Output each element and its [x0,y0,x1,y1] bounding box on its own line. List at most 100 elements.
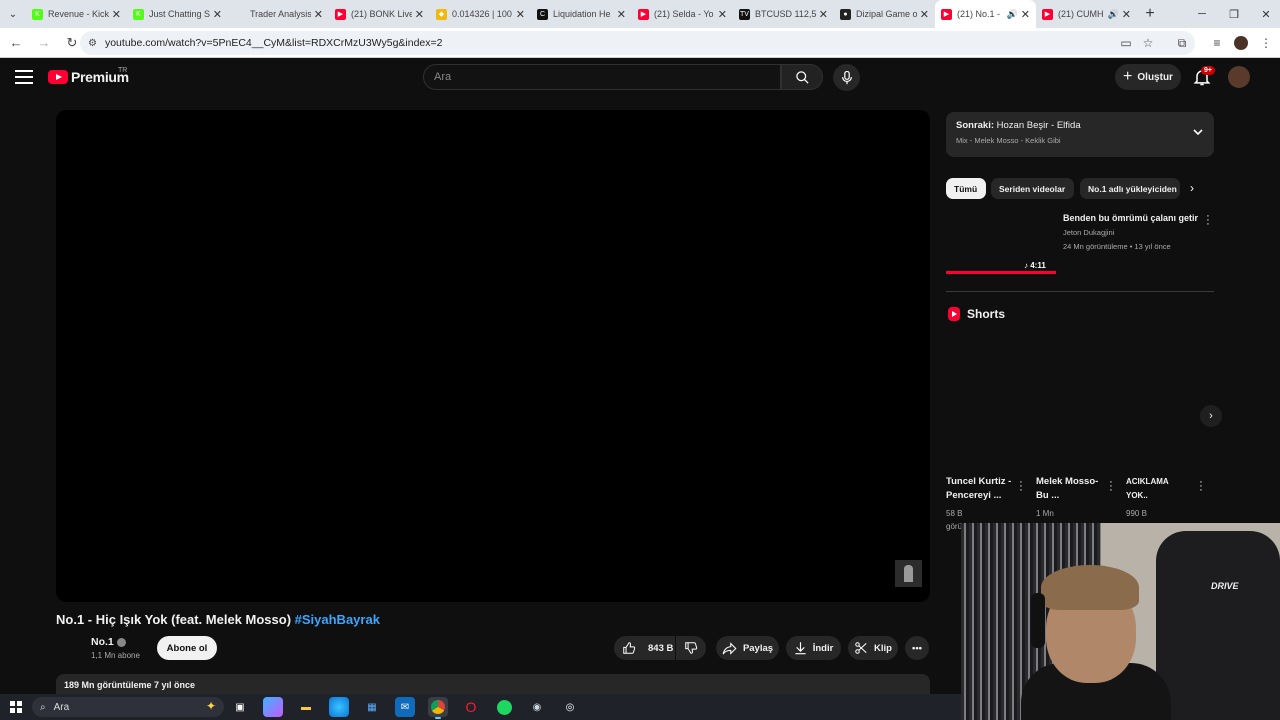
forward-arrow-icon[interactable]: → [32,31,56,55]
browser-tab[interactable]: K Just Chatting S ✕ [127,0,228,28]
guide-menu-icon[interactable] [15,70,33,88]
short-thumbnail[interactable] [946,334,1028,474]
chip-all[interactable]: Tümü [946,178,986,199]
dislike-button[interactable] [676,636,706,660]
profile-avatar[interactable] [1229,31,1253,55]
tab-close-icon[interactable]: ✕ [617,8,626,21]
close-window-icon[interactable]: ✕ [1250,0,1280,28]
maximize-icon[interactable]: ❐ [1218,0,1250,28]
voice-search-button[interactable] [833,64,860,91]
browser-tab[interactable]: ▶ (21) No.1 - 🔊 ✕ [935,0,1036,28]
minimize-icon[interactable]: ─ [1186,0,1218,28]
download-button[interactable]: İndir [786,636,841,660]
tab-close-icon[interactable]: ✕ [718,8,727,21]
browser-tab[interactable]: ◆ 0.014326 | 100 ✕ [430,0,531,28]
share-button[interactable]: Paylaş [716,636,779,660]
short-more-icon[interactable]: · · · [1197,477,1205,496]
new-tab-button[interactable]: + [1137,5,1163,23]
browser-tab[interactable]: ▶ (21) Selda - Yo ✕ [632,0,733,28]
file-explorer-icon[interactable]: ▬ [296,697,316,717]
browser-tab[interactable]: TV BTCUSD 112,5 ✕ [733,0,834,28]
back-arrow-icon[interactable]: ← [4,31,28,55]
rec-more-icon[interactable]: · · · [1204,211,1212,230]
channel-name[interactable]: No.1 [91,636,126,648]
create-button[interactable]: + Oluştur [1115,64,1181,90]
up-next-panel[interactable]: Sonraki: Hozan Beşir - Elfida Mix - Mele… [946,112,1214,157]
channel-avatar[interactable] [56,636,82,662]
browser-tab[interactable]: ● Dizipal Game o ✕ [834,0,935,28]
tab-search-chevron-icon[interactable]: ⌄ [0,0,26,28]
tab-title: BTCUSD 112,5 [755,9,816,19]
share-label: Paylaş [742,642,774,654]
short-views-count: 58 B [946,509,963,518]
up-next-subtitle: Mix - Melek Mosso - Keklik Gibi [956,136,1061,145]
tab-close-icon[interactable]: ✕ [516,8,525,21]
reading-list-icon[interactable]: ≡ [1205,31,1229,55]
opera-icon[interactable]: O [461,697,481,717]
browser-menu-icon[interactable]: ⋮ [1254,31,1278,55]
tab-close-icon[interactable]: ✕ [920,8,929,21]
account-avatar[interactable] [1228,66,1250,88]
shorts-next-chevron-icon[interactable]: › [1200,405,1222,427]
address-bar[interactable]: ⚙ youtube.com/watch?v=5PnEC4__CyM&list=R… [80,31,1195,55]
mail-icon[interactable]: ✉ [395,697,415,717]
edge-browser-icon[interactable] [329,697,349,717]
browser-tab-strip: ⌄ K Revenue - Kick ✕ K Just Chatting S ✕ Trade… [0,0,1280,28]
channel-watermark[interactable] [895,560,922,587]
search-input[interactable]: Ara [423,64,781,90]
plus-icon: + [1123,68,1133,85]
extensions-icon[interactable]: ⧉ [1170,31,1194,55]
windows-start-icon[interactable] [10,701,22,713]
more-actions-button[interactable]: ••• [905,636,929,660]
tab-close-icon[interactable]: ✕ [1122,8,1131,21]
chip-uploader[interactable]: No.1 adlı yükleyiciden [1080,178,1180,199]
browser-tab[interactable]: K Revenue - Kick ✕ [26,0,127,28]
chevron-right-icon[interactable]: › [1190,181,1194,195]
tab-close-icon[interactable]: ✕ [1021,8,1030,21]
short-title[interactable]: Melek Mosso-Bu ... [1036,475,1106,503]
youtube-logo[interactable]: Premium [48,69,129,85]
rec-channel[interactable]: Jeton Dukagjini [1063,228,1114,237]
clip-button[interactable]: Klip [848,636,898,660]
tab-title: Revenue - Kick [48,9,109,19]
short-title[interactable]: Tuncel Kurtiz - Pencereyi ... [946,475,1016,503]
subscribe-button[interactable]: Abone ol [157,636,217,660]
chip-series[interactable]: Seriden videolar [991,178,1074,199]
browser-tab[interactable]: ▶ (21) CUMH 🔊 ✕ [1036,0,1137,28]
task-view-icon[interactable]: ▣ [230,697,250,717]
chrome-icon[interactable] [428,697,448,719]
browser-tab[interactable]: C Liquidation He ✕ [531,0,632,28]
short-more-icon[interactable]: · · · [1107,477,1115,496]
obs-icon[interactable]: ◎ [560,697,580,717]
tab-close-icon[interactable]: ✕ [213,8,222,21]
browser-tab[interactable]: ▶ (21) BONK Live ✕ [329,0,430,28]
site-info-icon[interactable]: ⚙ [88,38,97,49]
cast-icon[interactable]: ▭ [1114,31,1138,55]
bookmark-star-icon[interactable]: ☆ [1136,31,1160,55]
tab-audio-speaker-icon[interactable]: 🔊 [1108,9,1119,20]
steam-icon[interactable]: ◉ [527,697,547,717]
rec-duration-text: 4:11 [1030,261,1046,270]
gaming-chair [1156,531,1280,720]
short-thumbnail[interactable] [1126,334,1208,474]
chevron-down-icon[interactable] [1192,126,1204,138]
tab-audio-speaker-icon[interactable]: 🔊 [1007,9,1018,20]
tab-close-icon[interactable]: ✕ [819,8,828,21]
video-player[interactable] [56,110,930,602]
short-thumbnail[interactable] [1036,334,1118,474]
taskbar-search[interactable]: ⌕ Ara ✦ [32,697,224,717]
tab-close-icon[interactable]: ✕ [314,8,323,21]
windows-taskbar: ⌕ Ara ✦ ▣ ▬ ▦ ✉ O ◉ ◎ [0,694,961,720]
browser-tab[interactable]: Trader Analysis ✕ [228,0,329,28]
spotify-icon[interactable] [494,697,514,717]
like-button[interactable]: 843 B [614,636,675,660]
tab-close-icon[interactable]: ✕ [415,8,424,21]
tab-close-icon[interactable]: ✕ [112,8,121,21]
short-more-icon[interactable]: · · · [1017,477,1025,496]
copilot-app-icon[interactable] [263,697,283,717]
rec-title[interactable]: Benden bu ömrümü çalanı getir [1063,213,1203,223]
store-icon[interactable]: ▦ [362,697,382,717]
hashtag-link[interactable]: #SiyahBayrak [295,612,380,627]
search-button[interactable] [781,64,823,90]
short-title[interactable]: ACIKLAMA YOK.. [1126,475,1186,503]
